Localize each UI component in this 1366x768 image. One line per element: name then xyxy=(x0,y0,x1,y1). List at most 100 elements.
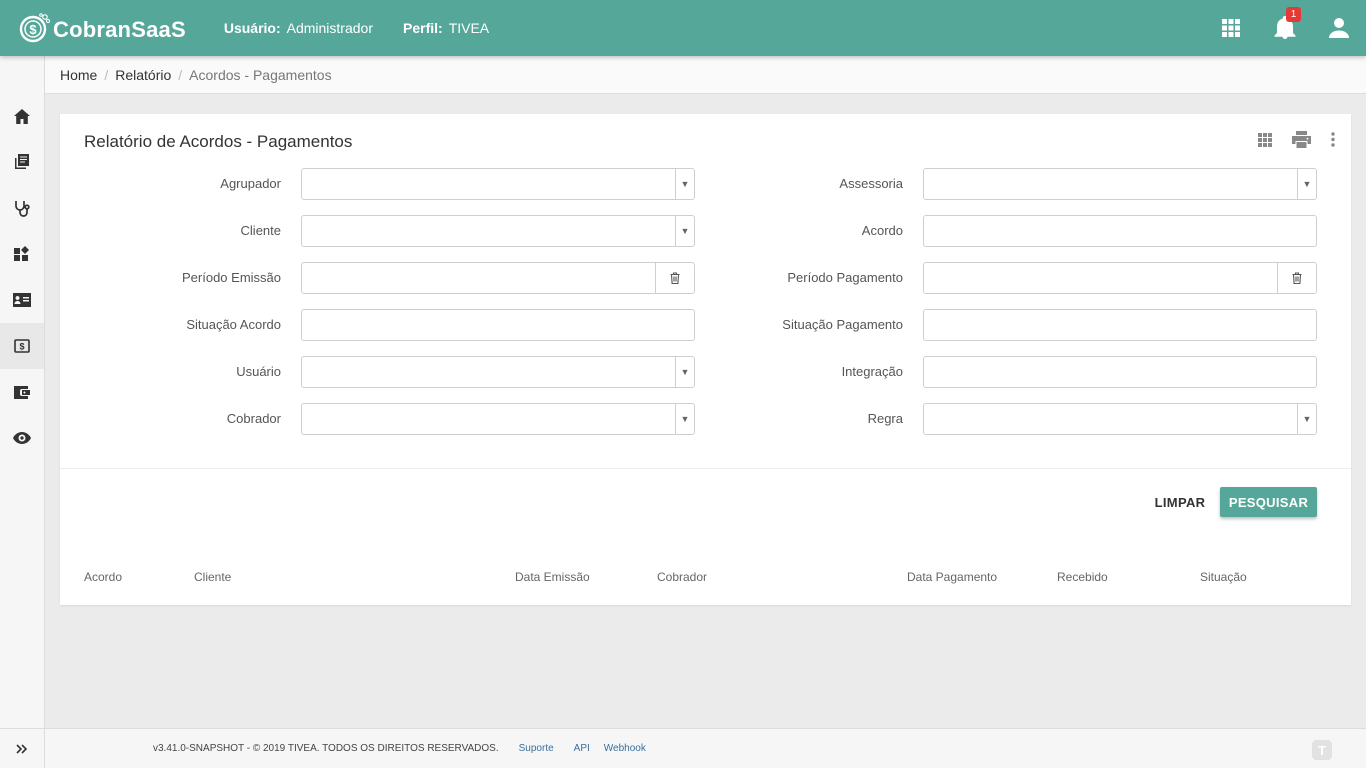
situacao-acordo-label: Situação Acordo xyxy=(186,317,281,332)
clear-periodo-emissao-button[interactable] xyxy=(655,263,694,293)
svg-text:$: $ xyxy=(29,22,37,37)
notification-badge: 1 xyxy=(1286,7,1301,22)
section-divider xyxy=(60,468,1351,469)
apps-grid-icon xyxy=(1222,19,1240,37)
footer-link-api[interactable]: API xyxy=(574,743,590,754)
breadcrumb-current: Acordos - Pagamentos xyxy=(189,66,332,83)
more-vertical-icon xyxy=(1331,132,1335,147)
profile-label: Perfil: xyxy=(403,20,443,36)
footer-link-webhook[interactable]: Webhook xyxy=(604,743,646,754)
profile-value: TIVEA xyxy=(448,20,490,36)
periodo-emissao-input[interactable] xyxy=(301,262,695,294)
dropdown-arrow-icon: ▼ xyxy=(675,404,694,434)
column-header-data-pagamento[interactable]: Data Pagamento xyxy=(907,570,997,584)
sidebar-item-wallet[interactable] xyxy=(0,369,44,415)
sidebar-item-health[interactable] xyxy=(0,185,44,231)
periodo-pagamento-label: Período Pagamento xyxy=(787,270,903,285)
cobrador-label: Cobrador xyxy=(226,411,281,426)
wallet-icon xyxy=(14,385,30,399)
breadcrumb: Home / Relatório / Acordos - Pagamentos xyxy=(45,56,1366,94)
sidebar-item-view[interactable] xyxy=(0,415,44,461)
library-books-icon xyxy=(15,154,29,169)
usuario-label: Usuário xyxy=(236,364,281,379)
version-copyright: v3.41.0-SNAPSHOT - © 2019 TIVEA. TODOS O… xyxy=(153,743,499,754)
notifications-button[interactable]: 1 xyxy=(1258,0,1312,56)
clear-button[interactable]: LIMPAR xyxy=(1146,487,1214,517)
breadcrumb-home[interactable]: Home xyxy=(60,67,97,83)
integracao-input[interactable] xyxy=(923,356,1317,388)
home-icon xyxy=(14,108,30,124)
print-button[interactable] xyxy=(1292,131,1311,148)
cliente-select[interactable]: ▼ xyxy=(301,215,695,247)
breadcrumb-separator: / xyxy=(178,66,183,83)
card-toolbar xyxy=(1244,131,1335,148)
breadcrumb-separator: / xyxy=(104,66,109,83)
sidebar-item-contacts[interactable] xyxy=(0,277,44,323)
session-info: Usuário: Administrador Perfil: TIVEA xyxy=(224,20,519,36)
printer-icon xyxy=(1292,131,1311,148)
acordo-label: Acordo xyxy=(861,223,903,238)
dropdown-arrow-icon: ▼ xyxy=(675,169,694,199)
clear-periodo-pagamento-button[interactable] xyxy=(1277,263,1316,293)
brand-logo[interactable]: $ CobranSaaS xyxy=(19,12,186,44)
situacao-pagamento-label: Situação Pagamento xyxy=(782,317,903,332)
breadcrumb-section[interactable]: Relatório xyxy=(115,67,171,83)
assessoria-select[interactable]: ▼ xyxy=(923,168,1317,200)
contact-card-icon xyxy=(13,293,31,307)
brand-name: CobranSaaS xyxy=(53,17,186,42)
dropdown-arrow-icon: ▼ xyxy=(675,357,694,387)
svg-text:$: $ xyxy=(19,342,24,352)
trash-icon xyxy=(670,272,680,284)
stethoscope-icon xyxy=(15,200,30,217)
periodo-pagamento-input[interactable] xyxy=(923,262,1317,294)
sidebar-item-widgets[interactable] xyxy=(0,231,44,277)
footer: v3.41.0-SNAPSHOT - © 2019 TIVEA. TODOS O… xyxy=(45,728,1366,768)
report-card: Relatório de Acordos - Pagamentos Agrupa… xyxy=(60,114,1351,605)
agrupador-select[interactable]: ▼ xyxy=(301,168,695,200)
money-icon: $ xyxy=(14,339,30,353)
acordo-input[interactable] xyxy=(923,215,1317,247)
top-app-bar: $ CobranSaaS Usuário: Administrador Perf… xyxy=(0,0,1366,56)
tivea-logo-icon: T xyxy=(1312,740,1332,763)
sidebar: $ xyxy=(0,56,45,768)
columns-button[interactable] xyxy=(1258,132,1272,147)
more-options-button[interactable] xyxy=(1331,132,1335,147)
sidebar-item-library[interactable] xyxy=(0,139,44,185)
column-header-situacao[interactable]: Situação xyxy=(1200,570,1247,584)
column-header-data-emissao[interactable]: Data Emissão xyxy=(515,570,590,584)
apps-button[interactable] xyxy=(1204,0,1258,56)
regra-label: Regra xyxy=(867,411,903,426)
widgets-icon xyxy=(14,246,29,261)
column-header-recebido[interactable]: Recebido xyxy=(1057,570,1108,584)
regra-select[interactable]: ▼ xyxy=(923,403,1317,435)
dropdown-arrow-icon: ▼ xyxy=(1297,404,1316,434)
footer-link-suporte[interactable]: Suporte xyxy=(519,743,554,754)
column-header-cobrador[interactable]: Cobrador xyxy=(657,570,707,584)
usuario-select[interactable]: ▼ xyxy=(301,356,695,388)
situacao-acordo-input[interactable] xyxy=(301,309,695,341)
svg-text:T: T xyxy=(1318,743,1326,758)
periodo-emissao-label: Período Emissão xyxy=(182,270,281,285)
column-header-cliente[interactable]: Cliente xyxy=(194,570,231,584)
assessoria-label: Assessoria xyxy=(839,176,903,191)
user-label: Usuário: xyxy=(223,20,281,36)
sidebar-item-home[interactable] xyxy=(0,93,44,139)
dollar-coin-logo-icon: $ xyxy=(19,13,51,43)
double-chevron-right-icon xyxy=(16,743,28,754)
person-icon xyxy=(1329,18,1349,38)
agrupador-label: Agrupador xyxy=(220,176,281,191)
search-button[interactable]: PESQUISAR xyxy=(1220,487,1317,517)
column-header-acordo[interactable]: Acordo xyxy=(84,570,122,584)
dropdown-arrow-icon: ▼ xyxy=(675,216,694,246)
integracao-label: Integração xyxy=(841,364,903,379)
user-account-button[interactable] xyxy=(1312,0,1366,56)
cobrador-select[interactable]: ▼ xyxy=(301,403,695,435)
sidebar-expand-button[interactable] xyxy=(0,728,44,768)
situacao-pagamento-input[interactable] xyxy=(923,309,1317,341)
dropdown-arrow-icon: ▼ xyxy=(1297,169,1316,199)
apps-grid-icon xyxy=(1258,132,1272,147)
eye-icon xyxy=(13,432,31,444)
sidebar-item-finance[interactable]: $ xyxy=(0,323,44,369)
user-value: Administrador xyxy=(286,20,373,36)
trash-icon xyxy=(1292,272,1302,284)
